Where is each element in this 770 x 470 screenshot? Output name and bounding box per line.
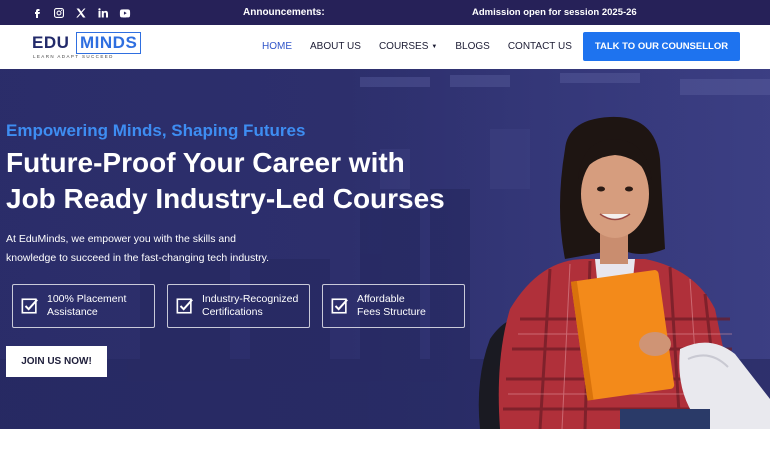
- youtube-icon[interactable]: [118, 6, 131, 19]
- facebook-icon[interactable]: [30, 6, 43, 19]
- hero-description: At EduMinds, we empower you with the ski…: [6, 233, 270, 264]
- hero-eyebrow: Empowering Minds, Shaping Futures: [6, 121, 306, 140]
- announcement-bar: Announcements: Admission open for sessio…: [0, 0, 770, 25]
- checkbox-check-icon: [331, 298, 348, 314]
- x-icon[interactable]: [74, 6, 87, 19]
- nav-item-courses-label: COURSES: [378, 41, 429, 52]
- feature-label-line1: 100% Placement: [47, 293, 127, 305]
- talk-to-counsellor-button[interactable]: TALK TO OUR COUNSELLOR: [583, 32, 740, 61]
- nav-item-about[interactable]: ABOUT US: [310, 41, 361, 52]
- main-nav: HOME ABOUT US COURSES ▼ BLOGS CONTACT US: [262, 41, 590, 52]
- join-us-button[interactable]: JOIN US NOW!: [6, 346, 107, 377]
- student-image: [478, 116, 770, 429]
- feature-fees: Affordable Fees Structure: [322, 284, 465, 328]
- feature-label: Industry-Recognized Certifications: [202, 293, 298, 319]
- instagram-icon[interactable]: [52, 6, 65, 19]
- feature-certifications: Industry-Recognized Certifications: [167, 284, 310, 328]
- feature-label-line2: Certifications: [202, 306, 263, 318]
- chevron-down-icon: ▼: [431, 44, 438, 50]
- feature-label-line1: Industry-Recognized: [202, 293, 299, 305]
- feature-label-line2: Fees Structure: [357, 306, 426, 318]
- logo[interactable]: EDU MINDS LEARN ADAPT SUCCEED: [32, 32, 148, 61]
- nav-item-home[interactable]: HOME: [262, 41, 292, 52]
- hero-headline-line2: Job Ready Industry-Led Courses: [6, 183, 445, 214]
- checkbox-check-icon: [176, 298, 193, 314]
- hero-section: Empowering Minds, Shaping Futures Future…: [0, 69, 770, 429]
- checkbox-check-icon: [21, 298, 38, 314]
- social-links: [30, 6, 131, 19]
- nav-item-blogs[interactable]: BLOGS: [455, 41, 489, 52]
- hero-headline-line1: Future-Proof Your Career with: [6, 147, 405, 178]
- feature-label-line1: Affordable: [357, 293, 405, 305]
- announcement-text[interactable]: Admission open for session 2025-26: [472, 7, 637, 18]
- feature-label: 100% Placement Assistance: [47, 293, 126, 319]
- logo-minds-text: MINDS: [76, 32, 142, 54]
- feature-label-line2: Assistance: [47, 306, 98, 318]
- nav-item-contact[interactable]: CONTACT US: [508, 41, 572, 52]
- feature-label: Affordable Fees Structure: [357, 293, 426, 319]
- nav-item-courses[interactable]: COURSES ▼: [379, 41, 437, 52]
- logo-tagline: LEARN ADAPT SUCCEED: [33, 54, 114, 59]
- feature-placement: 100% Placement Assistance: [12, 284, 155, 328]
- linkedin-icon[interactable]: [96, 6, 109, 19]
- site-header: EDU MINDS LEARN ADAPT SUCCEED HOME ABOUT…: [0, 25, 770, 69]
- logo-edu-text: EDU: [32, 33, 70, 52]
- announcement-label: Announcements:: [243, 7, 325, 18]
- hero-headline: Future-Proof Your Career with Job Ready …: [6, 145, 506, 217]
